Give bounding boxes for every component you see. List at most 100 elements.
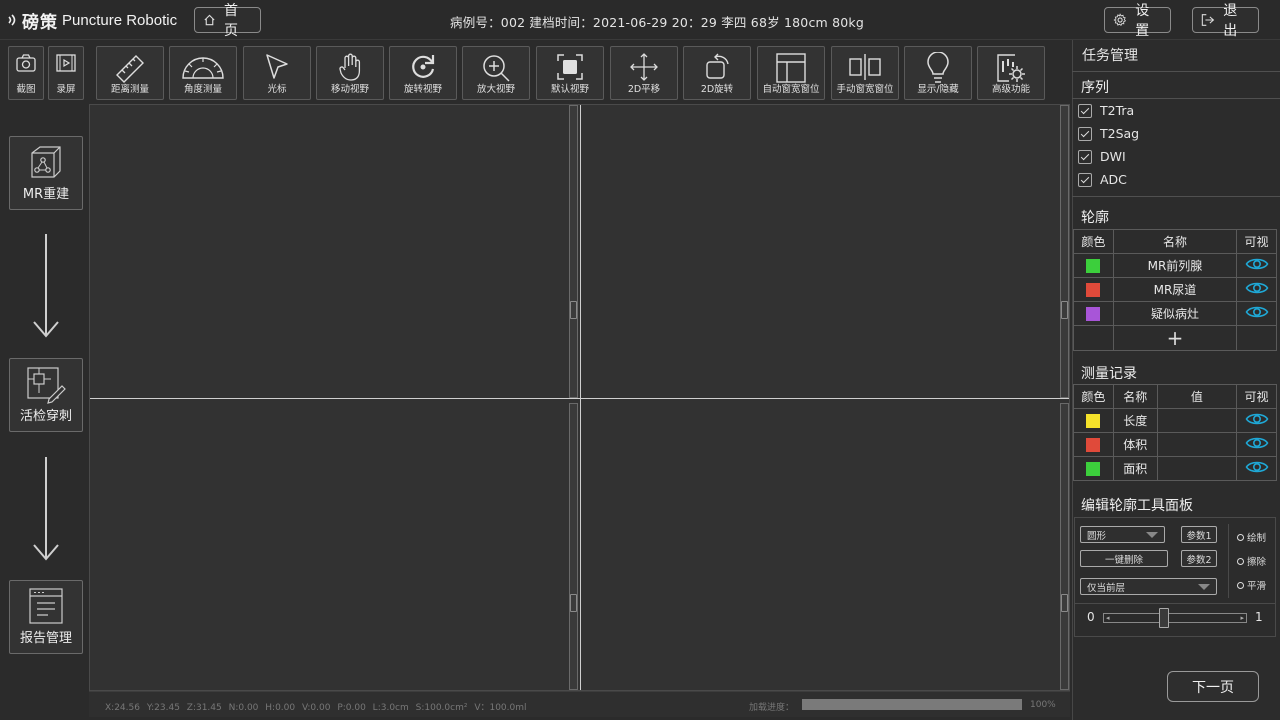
scrollbar-top-right[interactable] (1060, 105, 1069, 398)
checkbox-checked-icon[interactable] (1078, 172, 1092, 187)
add-row-spacer (1236, 325, 1277, 351)
measure-row[interactable]: 面积 (1073, 456, 1277, 481)
scrollbar-top-left[interactable] (569, 105, 578, 398)
measure-name-cell: 长度 (1112, 408, 1158, 433)
color-swatch[interactable] (1086, 437, 1101, 452)
color-swatch[interactable] (1086, 413, 1101, 428)
settings-button[interactable]: 设置 (1104, 3, 1171, 39)
slider-thumb[interactable] (1159, 608, 1169, 628)
eye-icon[interactable] (1245, 256, 1269, 272)
color-swatch[interactable] (1086, 306, 1101, 321)
default-view-button[interactable]: 默认视野 (536, 46, 604, 100)
measure-visible-cell[interactable] (1236, 408, 1277, 433)
slider-right-arrow-icon[interactable]: ▸ (1240, 614, 1244, 622)
scroll-thumb[interactable] (1061, 594, 1068, 612)
pan-view-button[interactable]: 移动视野 (316, 46, 384, 100)
add-contour-button[interactable]: + (1112, 325, 1238, 351)
cursor-button[interactable]: 光标 (243, 46, 311, 100)
sequence-item[interactable]: T2Sag (1078, 126, 1139, 141)
scroll-thumb[interactable] (570, 301, 577, 319)
color-swatch[interactable] (1086, 461, 1101, 476)
rotate-square-icon (706, 53, 729, 79)
default-view-label: 默认视野 (550, 84, 589, 95)
eye-icon[interactable] (1245, 304, 1269, 320)
sequence-label: DWI (1100, 149, 1126, 164)
screenshot-button[interactable]: 截图 (8, 46, 44, 100)
sequence-section-title: 序列 (1081, 80, 1109, 96)
angle-measure-button[interactable]: 角度测量 (169, 46, 237, 100)
status-bar: X:24.56 Y:23.45 Z:31.45 N:0.00 H:0.00 V:… (89, 691, 1070, 717)
rotate-view-button[interactable]: 旋转视野 (389, 46, 457, 100)
patient-info: 病例号：002 建档时间：2021-06-29 20：29 李四 68岁 180… (450, 15, 864, 30)
mr-reconstruction-button[interactable]: MR重建 (9, 136, 83, 210)
contour-row[interactable]: MR前列腺 (1073, 253, 1277, 278)
record-button[interactable]: 录屏 (48, 46, 84, 100)
shape-select[interactable]: 圆形 (1080, 526, 1165, 543)
radio-draw[interactable]: 绘制 (1237, 530, 1266, 544)
advanced-button[interactable]: 高级功能 (977, 46, 1045, 100)
param1-button[interactable]: 参数1 (1181, 526, 1217, 543)
divider (1072, 71, 1280, 72)
show-hide-button[interactable]: 显示/隐藏 (904, 46, 972, 100)
eye-icon[interactable] (1245, 459, 1269, 475)
measure-name-cell: 面积 (1112, 456, 1158, 481)
radio-erase[interactable]: 擦除 (1237, 554, 1266, 568)
rotate-2d-button[interactable]: 2D旋转 (683, 46, 751, 100)
slider-track[interactable]: ◂ ▸ (1103, 613, 1247, 623)
checkbox-checked-icon[interactable] (1078, 103, 1092, 118)
clear-all-label: 一键删除 (1104, 554, 1143, 566)
measure-header-visible: 可视 (1236, 384, 1277, 409)
sequence-item[interactable]: DWI (1078, 149, 1126, 164)
measure-header-color: 颜色 (1073, 384, 1114, 409)
chevron-down-icon (1198, 584, 1210, 590)
divider (1074, 603, 1276, 604)
measure-color-cell (1073, 456, 1114, 481)
scrollbar-bottom-right[interactable] (1060, 403, 1069, 690)
scroll-thumb[interactable] (570, 594, 577, 612)
image-viewport-grid[interactable] (89, 104, 1070, 691)
scrollbar-bottom-left[interactable] (569, 403, 578, 690)
contour-color-cell (1073, 301, 1114, 326)
measure-visible-cell[interactable] (1236, 456, 1277, 481)
manual-window-button[interactable]: 手动窗宽窗位 (831, 46, 899, 100)
checkbox-checked-icon[interactable] (1078, 126, 1092, 141)
radio-smooth[interactable]: 平滑 (1237, 578, 1266, 592)
clear-all-button[interactable]: 一键删除 (1080, 550, 1168, 567)
home-button[interactable]: 首页 (194, 3, 261, 39)
contour-visible-cell[interactable] (1236, 253, 1277, 278)
checkbox-checked-icon[interactable] (1078, 149, 1092, 164)
measure-visible-cell[interactable] (1236, 432, 1277, 457)
next-page-button[interactable]: 下一页 (1167, 671, 1259, 702)
eye-icon[interactable] (1245, 280, 1269, 296)
biopsy-puncture-button[interactable]: 活检穿刺 (9, 358, 83, 432)
contour-visible-cell[interactable] (1236, 301, 1277, 326)
color-swatch[interactable] (1086, 258, 1101, 273)
mr-reconstruction-label: MR重建 (22, 187, 70, 202)
radio-circle-icon (1237, 581, 1244, 589)
report-management-button[interactable]: 报告管理 (9, 580, 83, 654)
auto-window-button[interactable]: 自动窗宽窗位 (757, 46, 825, 100)
pan-2d-button[interactable]: 2D平移 (610, 46, 678, 100)
color-swatch[interactable] (1086, 282, 1101, 297)
contour-row[interactable]: 疑似病灶 (1073, 301, 1277, 326)
contour-row[interactable]: MR尿道 (1073, 277, 1277, 302)
distance-measure-button[interactable]: 距离测量 (96, 46, 164, 100)
zoom-view-button[interactable]: 放大视野 (462, 46, 530, 100)
scroll-thumb[interactable] (1061, 301, 1068, 319)
load-progress-percent: 100% (1030, 700, 1056, 710)
eye-icon[interactable] (1245, 411, 1269, 427)
sequence-item[interactable]: T2Tra (1078, 103, 1134, 118)
load-progress-bar (802, 699, 1022, 710)
sequence-item[interactable]: ADC (1078, 172, 1127, 187)
layer-select[interactable]: 仅当前层 (1080, 578, 1217, 595)
exit-button[interactable]: 退出 (1192, 3, 1259, 39)
slider-left-arrow-icon[interactable]: ◂ (1106, 614, 1110, 622)
eye-icon[interactable] (1245, 435, 1269, 451)
param2-button[interactable]: 参数2 (1181, 550, 1217, 567)
3d-cube-icon (31, 146, 61, 178)
advanced-settings-icon (997, 54, 1025, 82)
measure-row[interactable]: 体积 (1073, 432, 1277, 457)
sequence-label: ADC (1100, 172, 1127, 187)
measure-row[interactable]: 长度 (1073, 408, 1277, 433)
contour-visible-cell[interactable] (1236, 277, 1277, 302)
